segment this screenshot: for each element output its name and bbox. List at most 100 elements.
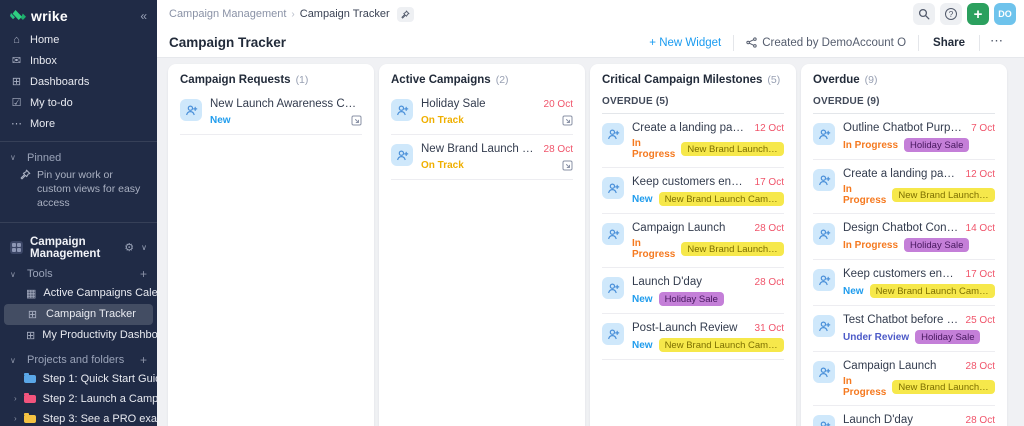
task-project-tag[interactable]: New Brand Launch Campaign: [869, 284, 995, 298]
sidebar-tool-item[interactable]: ⊞ Campaign Tracker: [4, 303, 153, 325]
new-widget-button[interactable]: + New Widget: [637, 37, 733, 49]
sidebar-section-tools[interactable]: ∨ Tools +: [0, 266, 157, 283]
task-project-tag[interactable]: New Brand Launch Campaign: [681, 242, 784, 256]
task-card[interactable]: Campaign Launch 28 Oct In Progress New B…: [813, 352, 995, 406]
task-title[interactable]: Campaign Launch: [843, 360, 960, 372]
task-card[interactable]: Create a landing page to increase o... 1…: [602, 114, 784, 168]
task-card[interactable]: Keep customers engaged 17 Oct New New Br…: [813, 260, 995, 306]
group-header-overdue[interactable]: OVERDUE (5): [602, 90, 784, 114]
task-title[interactable]: Create a landing page to increase o...: [843, 168, 960, 180]
sidebar-nav-item[interactable]: ⊞ Dashboards: [0, 71, 157, 92]
add-assignee-icon[interactable]: [180, 99, 202, 121]
add-assignee-icon[interactable]: [602, 277, 624, 299]
task-title[interactable]: Create a landing page to increase o...: [632, 122, 749, 134]
wrike-logo-text[interactable]: wrike: [31, 8, 68, 24]
add-assignee-icon[interactable]: [602, 123, 624, 145]
task-title[interactable]: Launch D'day: [843, 414, 960, 426]
add-assignee-icon[interactable]: [391, 99, 413, 121]
sidebar-project-item[interactable]: › Step 2: Launch a Campaign: [0, 389, 157, 409]
sidebar-project-item[interactable]: › Step 3: See a PRO example: [0, 409, 157, 426]
add-assignee-icon[interactable]: [813, 269, 835, 291]
help-button[interactable]: ?: [940, 3, 962, 25]
chevron-right-icon[interactable]: ›: [14, 394, 17, 403]
task-title[interactable]: New Launch Awareness Campaign: [210, 98, 362, 110]
task-project-tag[interactable]: New Brand Launch Campaign: [892, 188, 995, 202]
space-selector[interactable]: Campaign Management ⚙ ∨: [0, 230, 157, 266]
open-preview-icon[interactable]: [562, 115, 573, 126]
task-card[interactable]: Holiday Sale 20 Oct On Track: [391, 90, 573, 135]
task-card[interactable]: Design Chatbot Conversations 14 Oct In P…: [813, 214, 995, 260]
sidebar-nav-item[interactable]: ⌂ Home: [0, 30, 157, 50]
task-due-date: 28 Oct: [754, 223, 784, 234]
share-node-icon: [746, 37, 757, 48]
task-card[interactable]: Create a landing page to increase o... 1…: [813, 160, 995, 214]
chevron-right-icon[interactable]: ›: [14, 414, 17, 423]
share-button[interactable]: Share: [919, 37, 979, 49]
task-title[interactable]: Keep customers engaged: [632, 176, 749, 188]
add-assignee-icon[interactable]: [813, 223, 835, 245]
add-assignee-icon[interactable]: [602, 323, 624, 345]
created-by-button[interactable]: Created by DemoAccount O: [734, 37, 918, 49]
add-assignee-icon[interactable]: [602, 223, 624, 245]
more-options-icon[interactable]: ⋯: [980, 33, 1014, 53]
add-tool-icon[interactable]: +: [140, 267, 147, 281]
task-project-tag[interactable]: Holiday Sale: [904, 138, 970, 152]
create-button[interactable]: +: [967, 3, 989, 25]
task-card[interactable]: Test Chatbot before launch 25 Oct Under …: [813, 306, 995, 352]
task-title[interactable]: Outline Chatbot Purpose: [843, 122, 965, 134]
sidebar-nav-item[interactable]: ✉ Inbox: [0, 50, 157, 71]
task-title[interactable]: Keep customers engaged: [843, 268, 960, 280]
task-title[interactable]: Test Chatbot before launch: [843, 314, 960, 326]
breadcrumb-parent[interactable]: Campaign Management: [169, 8, 286, 20]
sidebar-project-item[interactable]: › Step 1: Quick Start Guide: [0, 369, 157, 389]
task-project-tag[interactable]: New Brand Launch Campaign: [892, 380, 995, 394]
task-card[interactable]: Campaign Launch 28 Oct In Progress New B…: [602, 214, 784, 268]
collapse-sidebar-icon[interactable]: «: [140, 9, 147, 23]
task-project-tag[interactable]: New Brand Launch Campaign: [658, 338, 784, 352]
breadcrumb-current[interactable]: Campaign Tracker: [300, 8, 390, 20]
task-card[interactable]: Keep customers engaged 17 Oct New New Br…: [602, 168, 784, 214]
group-header-overdue[interactable]: OVERDUE (9): [813, 90, 995, 114]
task-card[interactable]: Launch D'day 28 Oct New Holiday Sale: [602, 268, 784, 314]
task-project-tag[interactable]: New Brand Launch Campaign: [658, 192, 784, 206]
open-preview-icon[interactable]: [562, 160, 573, 171]
task-card[interactable]: Launch D'day 28 Oct New Holiday Sale: [813, 406, 995, 426]
task-title[interactable]: New Brand Launch Campaign: [421, 143, 538, 155]
add-assignee-icon[interactable]: [813, 415, 835, 426]
sidebar-tool-item[interactable]: ⊞ My Productivity Dashboard: [4, 325, 157, 346]
sidebar-tool-item[interactable]: ▦ Active Campaigns Calendar: [4, 283, 157, 304]
widget-count: (2): [495, 74, 509, 86]
sidebar-section-projects[interactable]: ∨ Projects and folders +: [0, 352, 157, 369]
add-assignee-icon[interactable]: [391, 144, 413, 166]
task-card[interactable]: New Launch Awareness Campaign New: [180, 90, 362, 135]
chevron-down-icon: ∨: [10, 153, 16, 162]
chevron-down-icon[interactable]: ∨: [141, 243, 147, 252]
sidebar-nav-item[interactable]: ☑ My to-do: [0, 92, 157, 113]
task-title[interactable]: Holiday Sale: [421, 98, 538, 110]
task-card[interactable]: New Brand Launch Campaign 28 Oct On Trac…: [391, 135, 573, 180]
task-card[interactable]: Post-Launch Review 31 Oct New New Brand …: [602, 314, 784, 360]
gear-icon[interactable]: ⚙: [124, 241, 134, 254]
task-project-tag[interactable]: New Brand Launch Campaign: [681, 142, 784, 156]
nav-label: Dashboards: [30, 75, 90, 88]
add-assignee-icon[interactable]: [813, 315, 835, 337]
task-project-tag[interactable]: Holiday Sale: [915, 330, 981, 344]
open-preview-icon[interactable]: [351, 115, 362, 126]
user-avatar[interactable]: DO: [994, 3, 1016, 25]
sidebar-section-pinned[interactable]: ∨ Pinned: [0, 149, 157, 166]
pin-view-button[interactable]: [396, 6, 414, 22]
add-assignee-icon[interactable]: [813, 169, 835, 191]
sidebar-nav-item[interactable]: ⋯ More: [0, 113, 157, 134]
add-assignee-icon[interactable]: [602, 177, 624, 199]
search-button[interactable]: [913, 3, 935, 25]
task-title[interactable]: Post-Launch Review: [632, 322, 749, 334]
task-project-tag[interactable]: Holiday Sale: [658, 292, 724, 306]
task-title[interactable]: Campaign Launch: [632, 222, 749, 234]
task-title[interactable]: Launch D'day: [632, 276, 749, 288]
add-project-icon[interactable]: +: [140, 353, 147, 367]
task-title[interactable]: Design Chatbot Conversations: [843, 222, 960, 234]
task-card[interactable]: Outline Chatbot Purpose 7 Oct In Progres…: [813, 114, 995, 160]
add-assignee-icon[interactable]: [813, 361, 835, 383]
task-project-tag[interactable]: Holiday Sale: [904, 238, 970, 252]
add-assignee-icon[interactable]: [813, 123, 835, 145]
